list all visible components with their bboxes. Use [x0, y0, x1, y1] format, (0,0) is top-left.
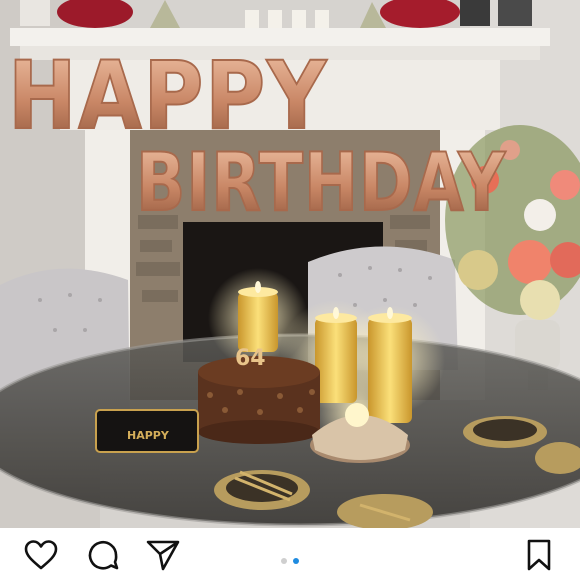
number-candles: 64	[235, 346, 266, 371]
balloon-line-happy: HAPPY	[8, 42, 328, 151]
heart-icon	[24, 540, 58, 570]
post-action-bar	[0, 528, 580, 580]
instagram-post: HAPPY BIRTHDAY 64 HAPPY	[0, 0, 580, 580]
cake-box-label: HAPPY	[127, 429, 170, 442]
save-button[interactable]	[522, 538, 556, 572]
bookmark-icon	[527, 539, 551, 571]
carousel-dot-active[interactable]	[293, 558, 299, 564]
comment-button[interactable]	[86, 538, 120, 572]
cake-box: HAPPY	[95, 409, 199, 453]
birthday-cake: 64	[198, 346, 320, 444]
like-button[interactable]	[24, 538, 58, 572]
balloon-line-birthday: BIRTHDAY	[136, 136, 506, 229]
share-icon	[146, 540, 180, 571]
carousel-dot[interactable]	[281, 558, 287, 564]
comment-icon	[88, 540, 119, 570]
share-button[interactable]	[146, 538, 180, 572]
post-photo[interactable]: HAPPY BIRTHDAY 64 HAPPY	[0, 0, 580, 528]
carousel-indicator	[281, 558, 299, 564]
